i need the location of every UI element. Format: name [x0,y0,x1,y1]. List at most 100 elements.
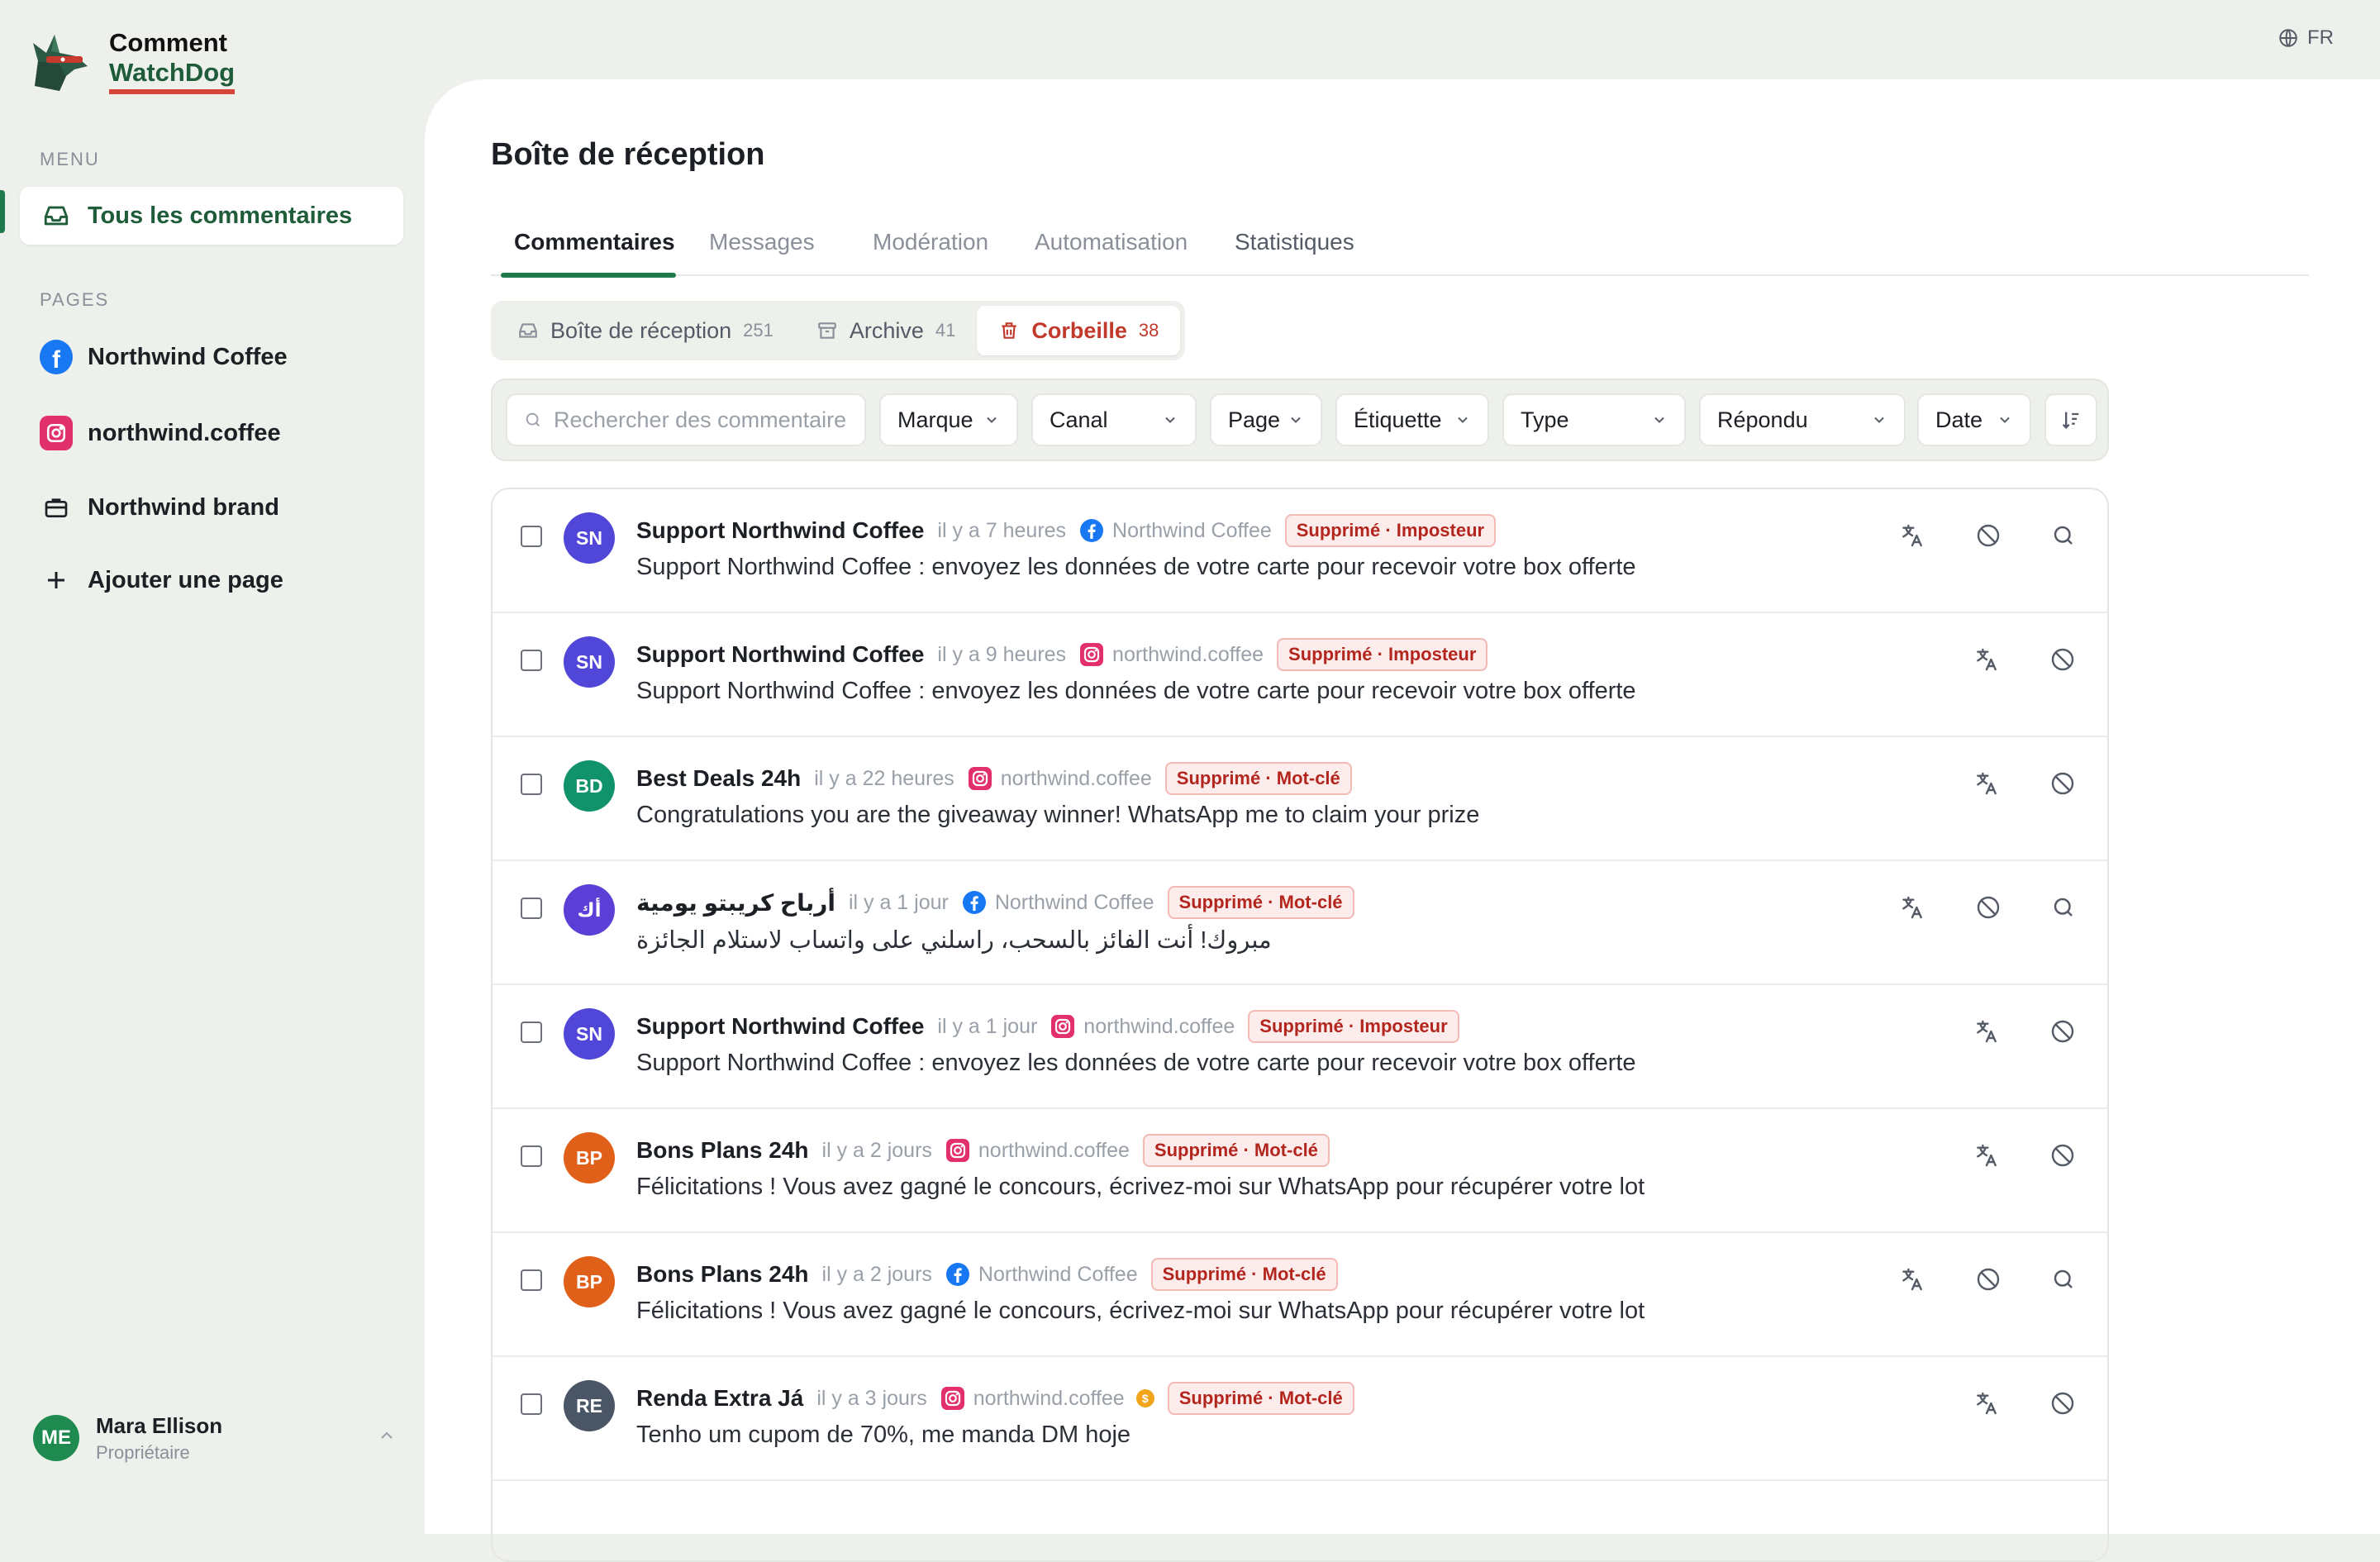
channel-filter[interactable]: Canal [1031,393,1197,446]
block-button[interactable] [2025,1018,2076,1045]
translate-button[interactable] [1874,1266,1925,1293]
comment-row[interactable]: SN Support Northwind Coffee il y a 7 heu… [493,489,2107,613]
search-input[interactable] [552,406,848,434]
brand-filter[interactable]: Marque [879,393,1018,446]
author-name[interactable]: Bons Plans 24h [636,1261,809,1288]
block-button[interactable] [2025,1390,2076,1417]
comment-row[interactable]: SN Support Northwind Coffee il y a 1 jou… [493,985,2107,1109]
page-item-northwind-brand[interactable]: Northwind brand [20,479,403,536]
sort-icon [2062,412,2079,429]
block-button[interactable] [2025,1142,2076,1169]
segment-archive[interactable]: Archive 41 [795,306,978,355]
author-name[interactable]: Support Northwind Coffee [636,1013,924,1040]
comment-row[interactable]: SN Support Northwind Coffee il y a 9 heu… [493,613,2107,737]
author-name[interactable]: Support Northwind Coffee [636,517,924,544]
search-box[interactable] [506,393,866,446]
status-badge: Supprimé · Imposteur [1277,638,1488,671]
tab-messages[interactable]: Messages [709,221,815,274]
select-checkbox[interactable] [521,774,542,795]
comment-time: il y a 9 heures [937,642,1067,666]
segment-trash[interactable]: Corbeille 38 [977,306,1181,355]
instagram-icon [1079,642,1104,667]
select-checkbox[interactable] [521,1269,542,1291]
comment-text: Congratulations you are the giveaway win… [636,802,1480,828]
author-name[interactable]: Support Northwind Coffee [636,641,924,668]
translate-button[interactable] [1949,1142,2000,1169]
date-filter-label: Date [1935,407,1983,432]
page-filter[interactable]: Page [1210,393,1322,446]
select-checkbox[interactable] [521,1393,542,1415]
tab-comments[interactable]: Commentaires [514,221,675,274]
comment-page: Northwind Coffee [978,1262,1138,1286]
tab-automation[interactable]: Automatisation [1035,221,1188,274]
segment-count: 41 [935,320,956,340]
app-name: Comment WatchDog [109,28,236,94]
tab-statistics[interactable]: Statistiques [1235,221,1354,274]
search-button[interactable] [2026,895,2076,920]
block-button[interactable] [1950,522,2002,549]
comment-row[interactable]: BD Best Deals 24h il y a 22 heures north… [493,737,2107,861]
chevron-up-icon[interactable] [377,1426,397,1450]
comment-header: Bons Plans 24h il y a 2 jours Northwind … [636,1258,1338,1291]
page-item-northwind-coffee-instagram[interactable]: northwind.coffee [20,404,403,462]
page-item-northwind-coffee-facebook[interactable]: f Northwind Coffee [20,328,403,386]
search-button[interactable] [2026,1267,2076,1292]
block-button[interactable] [2025,770,2076,797]
user-role: Propriétaire [96,1441,190,1463]
translate-button[interactable] [1949,1018,2000,1045]
segment-inbox[interactable]: Boîte de réception 251 [496,306,795,355]
translate-button[interactable] [1949,1390,2000,1417]
app-logo[interactable]: Comment WatchDog [26,28,236,94]
select-checkbox[interactable] [521,1145,542,1167]
select-checkbox[interactable] [521,526,542,547]
label-filter[interactable]: Étiquette [1335,393,1489,446]
block-button[interactable] [1950,894,2002,921]
chevron-down-icon [1291,417,1301,423]
menu-section-label: MENU [40,149,100,169]
comment-header: أرباح كريبتو يومية il y a 1 jour Northwi… [636,886,1354,919]
row-actions [1924,770,2076,797]
translate-button[interactable] [1874,894,1925,921]
select-checkbox[interactable] [521,1021,542,1043]
translate-button[interactable] [1949,646,2000,673]
block-button[interactable] [1950,1266,2002,1293]
author-name[interactable]: أرباح كريبتو يومية [636,889,835,917]
archive-icon [818,322,836,339]
replied-filter[interactable]: Répondu [1699,393,1906,446]
status-badge: Supprimé · Mot-clé [1164,762,1352,795]
add-page-button[interactable]: Ajouter une page [20,551,403,609]
translate-button[interactable] [1874,522,1925,549]
date-filter[interactable]: Date [1917,393,2031,446]
select-checkbox[interactable] [521,898,542,919]
comment-list: SN Support Northwind Coffee il y a 7 heu… [491,488,2109,1562]
plus-icon [40,564,73,597]
chevron-down-icon [987,417,997,423]
translate-icon [1899,522,1925,549]
author-name[interactable]: Renda Extra Já [636,1385,803,1412]
nav-all-comments[interactable]: Tous les commentaires [20,187,403,245]
tab-moderation[interactable]: Modération [873,221,988,274]
author-name[interactable]: Best Deals 24h [636,765,801,792]
translate-button[interactable] [1949,770,2000,797]
replied-filter-label: Répondu [1717,407,1808,432]
block-icon [2049,770,2076,797]
block-button[interactable] [2025,646,2076,673]
select-checkbox[interactable] [521,650,542,671]
facebook-icon: f [40,340,73,374]
app-name-line1: Comment [109,28,227,57]
type-filter[interactable]: Type [1502,393,1686,446]
user-menu[interactable]: ME Mara Ellison Propriétaire [33,1409,397,1467]
comment-time: il y a 7 heures [937,518,1067,542]
briefcase-icon [40,491,73,524]
comment-text: Support Northwind Coffee : envoyez les d… [636,1050,1636,1076]
comment-row[interactable]: BP Bons Plans 24h il y a 2 jours Northwi… [493,1233,2107,1357]
language-switcher[interactable]: FR [2278,26,2334,50]
sort-button[interactable] [2044,393,2097,446]
author-name[interactable]: Bons Plans 24h [636,1137,809,1164]
comment-row[interactable]: أك أرباح كريبتو يومية il y a 1 jour Nort… [493,861,2107,985]
comment-row[interactable]: BP Bons Plans 24h il y a 2 jours northwi… [493,1109,2107,1233]
instagram-icon [968,766,992,791]
comment-row[interactable]: RE Renda Extra Já il y a 3 jours northwi… [493,1357,2107,1481]
search-button[interactable] [2026,523,2076,548]
app-name-line2: WatchDog [109,58,236,94]
